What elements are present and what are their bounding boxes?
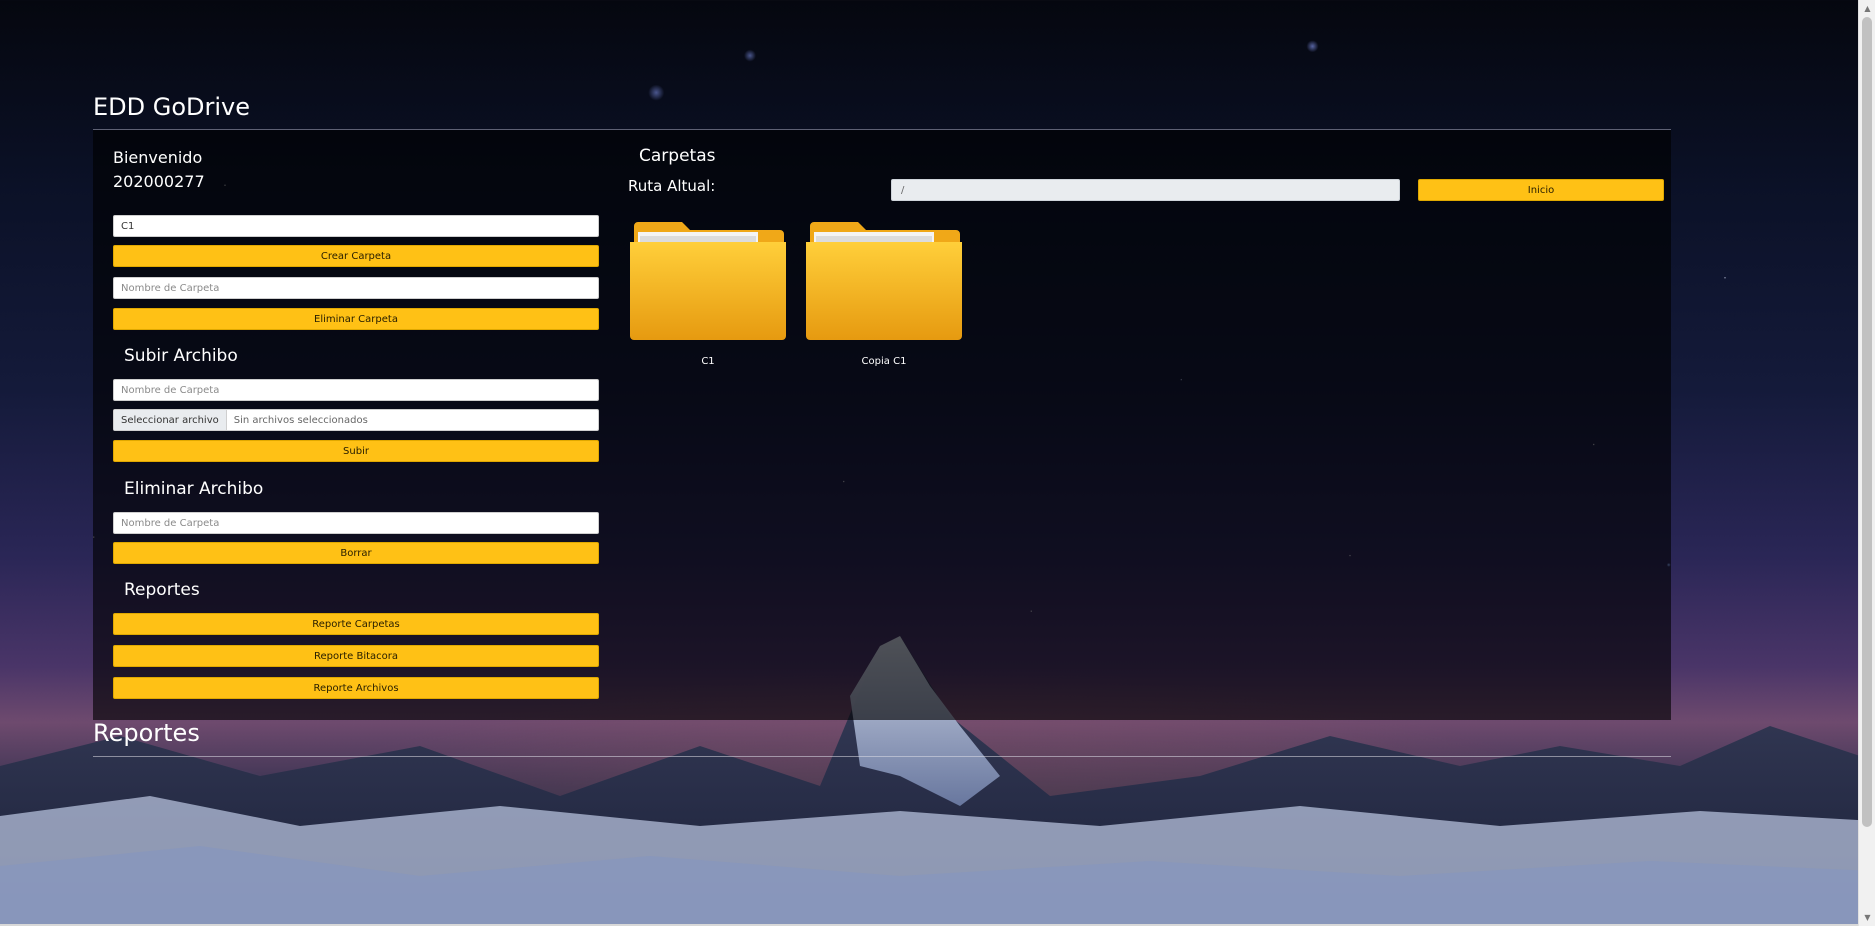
report-folders-button[interactable]: Reporte Carpetas [113, 613, 599, 635]
delete-file-heading: Eliminar Archibo [124, 479, 264, 499]
scroll-down-icon[interactable]: ▼ [1859, 909, 1875, 926]
report-files-button[interactable]: Reporte Archivos [113, 677, 599, 699]
delete-folder-input[interactable] [113, 277, 599, 299]
create-folder-input[interactable] [113, 215, 599, 237]
file-status: Sin archivos seleccionados [233, 414, 368, 426]
reports-divider [93, 756, 1671, 757]
folder-item[interactable]: Copia C1 [804, 218, 964, 378]
file-input[interactable]: Seleccionar archivo Sin archivos selecci… [113, 409, 599, 431]
create-folder-button[interactable]: Crear Carpeta [113, 245, 599, 267]
user-id: 202000277 [113, 172, 205, 191]
upload-heading: Subir Archibo [124, 346, 238, 366]
welcome-block: Bienvenido 202000277 [113, 146, 205, 194]
app-title: EDD GoDrive [93, 93, 251, 121]
upload-folder-input[interactable] [113, 379, 599, 401]
folder-icon [806, 222, 962, 340]
reports-section-title: Reportes [93, 719, 200, 747]
upload-button[interactable]: Subir [113, 440, 599, 462]
route-label: Ruta Altual: [628, 177, 716, 195]
home-button[interactable]: Inicio [1418, 179, 1664, 201]
reports-heading: Reportes [124, 580, 200, 600]
scroll-thumb[interactable] [1862, 17, 1872, 827]
folder-label: Copia C1 [861, 356, 907, 367]
welcome-label: Bienvenido [113, 148, 203, 167]
report-log-button[interactable]: Reporte Bitacora [113, 645, 599, 667]
folders-heading: Carpetas [639, 146, 716, 166]
vertical-scrollbar[interactable]: ▲ ▼ [1858, 0, 1875, 926]
folder-item[interactable]: C1 [628, 218, 788, 378]
delete-file-button[interactable]: Borrar [113, 542, 599, 564]
route-input[interactable] [891, 179, 1400, 201]
choose-file-button[interactable]: Seleccionar archivo [114, 410, 227, 430]
delete-file-input[interactable] [113, 512, 599, 534]
scroll-up-icon[interactable]: ▲ [1859, 0, 1875, 17]
delete-folder-button[interactable]: Eliminar Carpeta [113, 308, 599, 330]
background-glow [55, 770, 295, 860]
folder-icon [630, 222, 786, 340]
folder-label: C1 [701, 356, 715, 367]
